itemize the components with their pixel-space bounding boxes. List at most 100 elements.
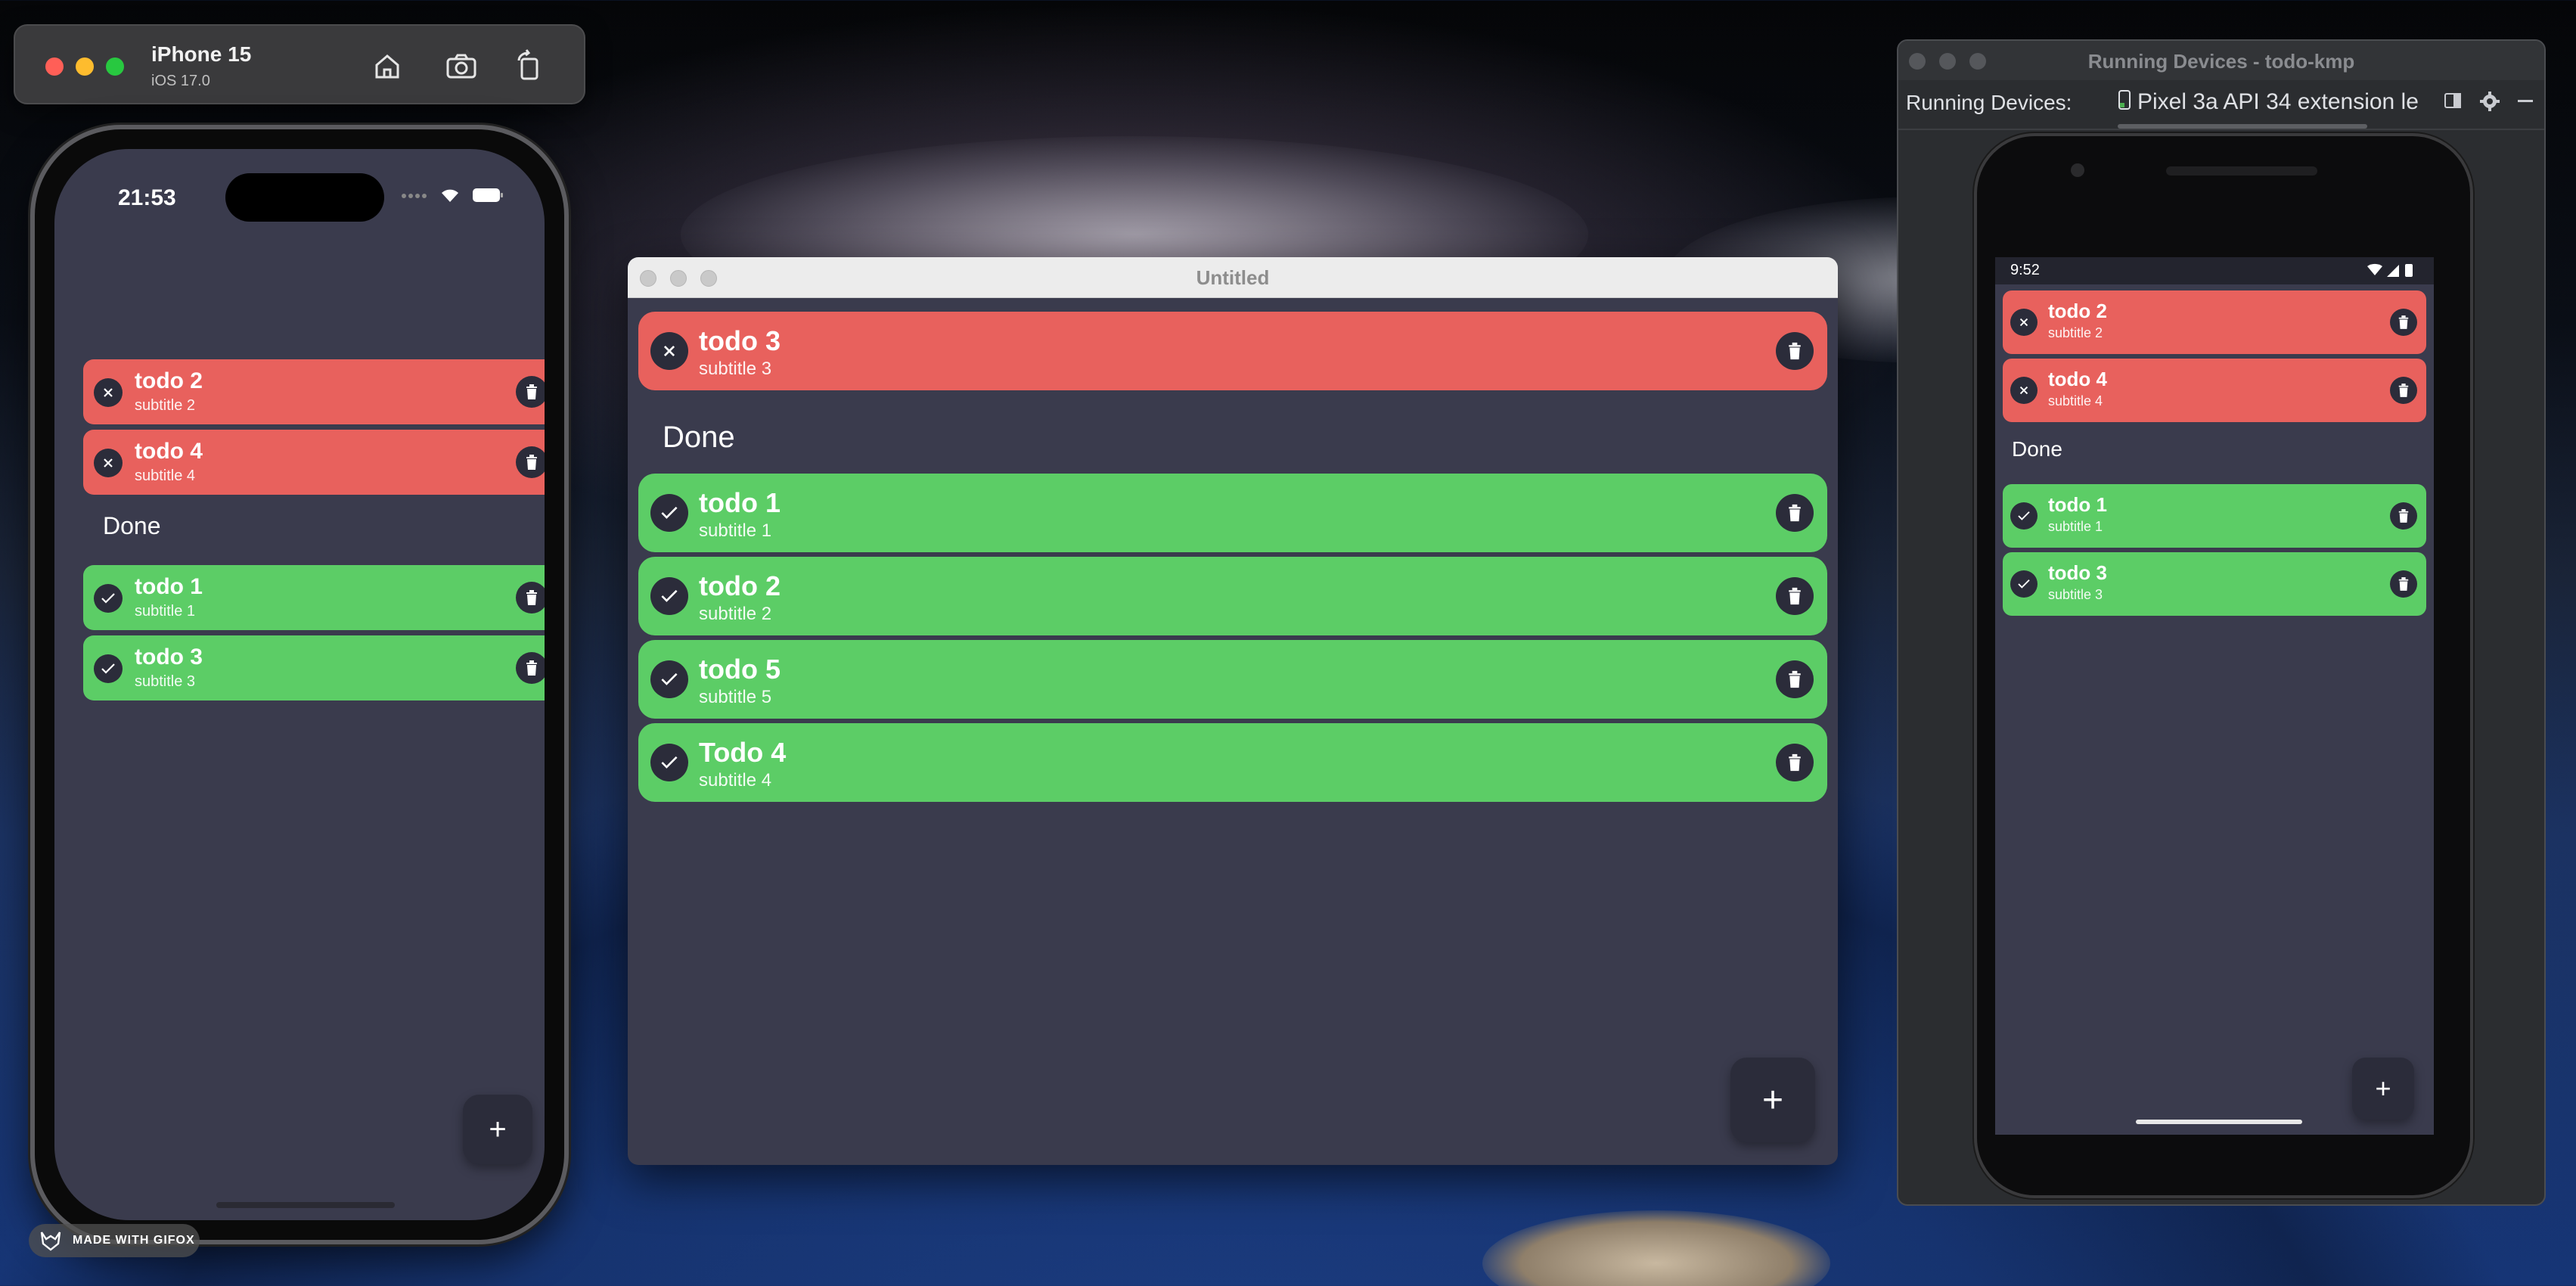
trash-icon[interactable] — [2390, 377, 2417, 404]
todo-row-done[interactable]: todo 2 subtitle 2 — [638, 557, 1827, 635]
trash-icon[interactable] — [2390, 570, 2417, 598]
check-icon[interactable] — [2010, 502, 2038, 530]
device-tab-indicator — [2118, 124, 2367, 129]
todo-subtitle: subtitle 3 — [2048, 587, 2103, 602]
todo-title: Todo 4 — [699, 737, 787, 768]
check-icon[interactable] — [650, 577, 688, 615]
trash-icon[interactable] — [516, 376, 545, 408]
check-icon[interactable] — [94, 654, 123, 683]
trash-icon[interactable] — [1776, 494, 1814, 532]
trash-icon[interactable] — [516, 652, 545, 684]
close-icon[interactable] — [2010, 309, 2038, 336]
todo-subtitle: subtitle 3 — [699, 359, 772, 379]
todo-row-done[interactable]: todo 3 subtitle 3 — [2003, 552, 2426, 616]
rotate-icon[interactable] — [511, 48, 548, 85]
todo-subtitle: subtitle 4 — [2048, 393, 2103, 408]
todo-subtitle: subtitle 1 — [135, 603, 196, 620]
todo-title: todo 2 — [135, 368, 203, 393]
android-studio-running-devices-window: Running Devices - todo-kmp Running Devic… — [1897, 39, 2546, 1206]
screenshot-icon[interactable] — [443, 48, 480, 85]
check-icon[interactable] — [650, 660, 688, 698]
fox-icon — [39, 1230, 62, 1251]
iphone-screen: 21:53 todo 2 subtitle 2 todo 4 subtitle … — [54, 149, 545, 1220]
minimize-window-button[interactable] — [76, 57, 94, 76]
todo-row-pending[interactable]: todo 4 subtitle 4 — [2003, 359, 2426, 422]
todo-subtitle: subtitle 2 — [699, 604, 772, 624]
window-title: Untitled — [1196, 266, 1270, 289]
todo-row-done[interactable]: todo 1 subtitle 1 — [638, 474, 1827, 552]
close-icon[interactable] — [650, 332, 688, 370]
todo-row-done[interactable]: todo 3 subtitle 3 — [83, 635, 545, 700]
todo-subtitle: subtitle 5 — [699, 687, 772, 707]
todo-title: todo 3 — [2048, 561, 2107, 584]
trash-icon[interactable] — [1776, 660, 1814, 698]
android-status-bar: 9:52 — [1995, 257, 2434, 284]
pixel-device-frame: 9:52 todo 2 subtitle 2 todo 4 subtitle 4… — [1974, 133, 2473, 1198]
background-land — [1482, 1210, 1830, 1286]
check-icon[interactable] — [2010, 570, 2038, 598]
device-tab[interactable]: Pixel 3a API 34 extension le — [2118, 89, 2496, 120]
check-icon[interactable] — [94, 584, 123, 613]
window-title: Running Devices - todo-kmp — [2087, 50, 2355, 73]
todo-row-done[interactable]: todo 5 subtitle 5 — [638, 640, 1827, 719]
todo-title: todo 4 — [2048, 368, 2107, 390]
close-icon[interactable] — [94, 449, 123, 477]
todo-title: todo 3 — [135, 645, 203, 669]
todo-subtitle: subtitle 1 — [699, 520, 772, 541]
todo-row-done[interactable]: todo 1 subtitle 1 — [83, 565, 545, 630]
add-todo-button[interactable]: + — [1730, 1058, 1815, 1142]
todo-row-done[interactable]: todo 1 subtitle 1 — [2003, 484, 2426, 548]
close-window-button[interactable] — [45, 57, 64, 76]
window-titlebar: Untitled — [628, 257, 1838, 298]
layout-toggle-icon[interactable] — [2443, 91, 2463, 116]
minimize-panel-icon[interactable] — [2515, 91, 2535, 116]
gifox-watermark: MADE WITH GIFOX — [29, 1224, 200, 1257]
trash-icon[interactable] — [2390, 502, 2417, 530]
trash-icon[interactable] — [1776, 744, 1814, 781]
android-screen: 9:52 todo 2 subtitle 2 todo 4 subtitle 4… — [1995, 257, 2434, 1135]
close-icon[interactable] — [2010, 377, 2038, 404]
section-header-done: Done — [663, 421, 735, 454]
home-icon[interactable] — [369, 48, 405, 85]
section-header-done: Done — [2012, 437, 2062, 461]
todo-row-pending[interactable]: todo 2 subtitle 2 — [2003, 290, 2426, 354]
simulator-device-name: iPhone 15 — [151, 42, 252, 66]
trash-icon[interactable] — [1776, 577, 1814, 615]
device-tab-label: Pixel 3a API 34 extension le — [2137, 89, 2419, 114]
ios-status-bar: 21:53 — [54, 149, 545, 232]
todo-row-pending[interactable]: todo 3 subtitle 3 — [638, 312, 1827, 390]
gear-icon[interactable] — [2479, 91, 2500, 117]
section-header-done: Done — [103, 512, 161, 539]
todo-title: todo 5 — [699, 654, 781, 685]
trash-icon[interactable] — [2390, 309, 2417, 336]
todo-title: todo 1 — [2048, 493, 2107, 516]
add-todo-button[interactable]: + — [2352, 1058, 2414, 1120]
todo-row-pending[interactable]: todo 2 subtitle 2 — [83, 359, 545, 424]
simulator-os-version: iOS 17.0 — [151, 73, 210, 89]
trash-icon[interactable] — [516, 446, 545, 478]
watermark-text: MADE WITH GIFOX — [73, 1234, 195, 1247]
check-icon[interactable] — [650, 744, 688, 781]
status-icons — [401, 187, 504, 207]
check-icon[interactable] — [650, 494, 688, 532]
iphone-device-frame: 21:53 todo 2 subtitle 2 todo 4 subtitle … — [30, 125, 569, 1244]
todo-subtitle: subtitle 4 — [135, 467, 196, 484]
todo-title: todo 2 — [699, 570, 781, 601]
todo-row-pending[interactable]: todo 4 subtitle 4 — [83, 430, 545, 495]
running-devices-label: Running Devices: — [1906, 91, 2072, 114]
todo-row-done[interactable]: Todo 4 subtitle 4 — [638, 723, 1827, 802]
zoom-window-button[interactable] — [106, 57, 124, 76]
window-controls — [45, 57, 124, 76]
todo-subtitle: subtitle 2 — [135, 397, 196, 414]
close-icon[interactable] — [94, 378, 123, 407]
todo-title: todo 1 — [699, 487, 781, 518]
simulator-toolbar: iPhone 15 iOS 17.0 — [14, 24, 585, 104]
add-todo-button[interactable]: + — [463, 1095, 532, 1164]
trash-icon[interactable] — [516, 582, 545, 613]
trash-icon[interactable] — [1776, 332, 1814, 370]
status-time: 21:53 — [118, 185, 176, 210]
todo-subtitle: subtitle 2 — [2048, 325, 2103, 340]
todo-subtitle: subtitle 4 — [699, 770, 772, 791]
battery-icon — [472, 187, 504, 207]
cellular-icon — [401, 191, 428, 204]
